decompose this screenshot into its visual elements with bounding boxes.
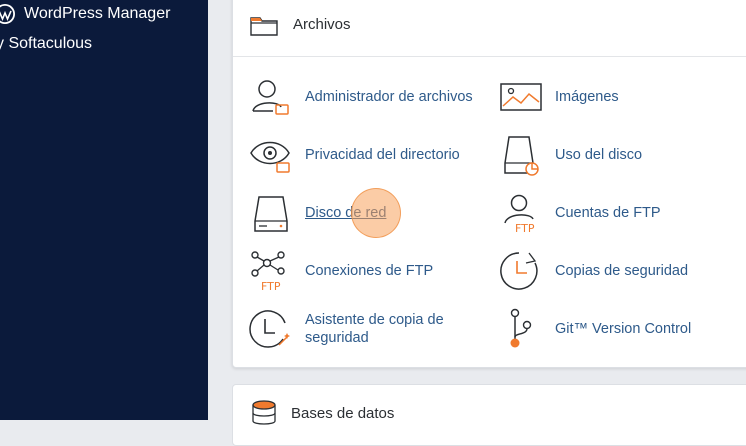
files-panel-header[interactable]: Archivos	[233, 0, 746, 57]
sidebar: WordPress Manager y Softaculous	[0, 0, 208, 420]
tool-ftp-accounts[interactable]: FTP Cuentas de FTP	[499, 191, 661, 235]
tool-label: Administrador de archivos	[305, 89, 473, 105]
tool-label: Asistente de copia de seguridad	[305, 312, 444, 346]
sidebar-item-label: WordPress Manager	[24, 5, 171, 22]
database-icon	[252, 400, 276, 425]
wordpress-icon	[0, 4, 15, 24]
backup-icon	[500, 252, 538, 290]
folder-icon	[250, 16, 278, 36]
files-panel-title: Archivos	[293, 16, 351, 33]
images-icon	[500, 83, 542, 111]
tool-label: Privacidad del directorio	[305, 147, 460, 163]
tool-label: Cuentas de FTP	[555, 205, 661, 221]
file-manager-icon	[252, 80, 289, 115]
tool-backup-wizard[interactable]: Asistente de copia de seguridad	[249, 307, 485, 351]
ftp-connections-icon: FTP	[251, 251, 285, 293]
svg-text:FTP: FTP	[515, 222, 535, 235]
tool-disk-usage[interactable]: Uso del disco	[499, 133, 642, 177]
tool-label: Uso del disco	[555, 147, 643, 163]
files-panel: Archivos Administrador de archivos Imáge…	[232, 0, 746, 368]
ftp-accounts-icon: FTP	[504, 194, 535, 235]
tool-network-disk[interactable]: Disco de red	[249, 191, 386, 235]
tool-backup[interactable]: Copias de seguridad	[499, 249, 688, 293]
sidebar-item-softaculous[interactable]: y Softaculous	[0, 30, 92, 58]
sidebar-item-label: y Softaculous	[0, 35, 93, 52]
directory-privacy-icon	[250, 141, 290, 173]
tool-images[interactable]: Imágenes	[499, 75, 619, 119]
databases-panel-title: Bases de datos	[291, 404, 395, 422]
tool-git[interactable]: Git™ Version Control	[499, 307, 691, 351]
sidebar-item-wordpress-manager[interactable]: WordPress Manager	[0, 0, 170, 28]
network-disk-icon	[254, 196, 288, 232]
tool-ftp-connections[interactable]: FTP Conexiones de FTP	[249, 249, 433, 293]
tool-directory-privacy[interactable]: Privacidad del directorio	[249, 133, 460, 177]
tool-file-manager[interactable]: Administrador de archivos	[249, 75, 473, 119]
databases-panel-header[interactable]: Bases de datos	[233, 385, 746, 441]
tool-label: Conexiones de FTP	[305, 263, 434, 279]
tool-label: Imágenes	[555, 89, 619, 105]
disk-usage-icon	[504, 136, 539, 176]
tool-label: Disco de red	[305, 205, 387, 221]
tool-label: Git™ Version Control	[555, 321, 692, 337]
git-icon	[510, 308, 532, 348]
databases-panel: Bases de datos	[232, 384, 746, 446]
backup-wizard-icon	[249, 310, 290, 348]
tool-label: Copias de seguridad	[555, 263, 689, 279]
svg-text:FTP: FTP	[261, 280, 281, 293]
